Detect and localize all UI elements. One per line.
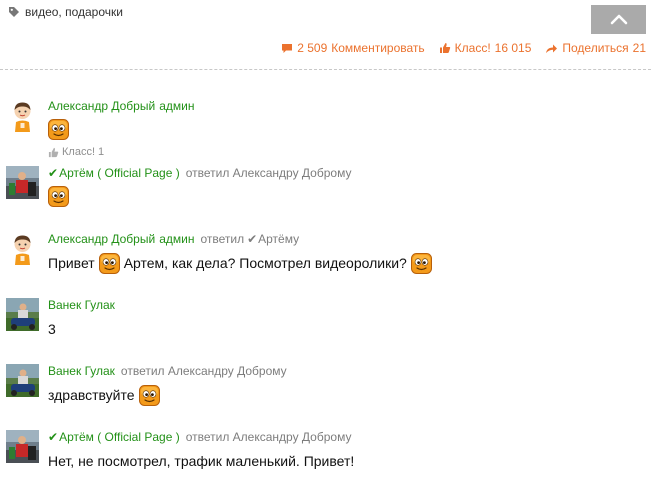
like-button[interactable]: Класс! 16 015 xyxy=(439,41,532,55)
smile-emoji-icon xyxy=(411,253,432,274)
avatar[interactable] xyxy=(6,364,39,397)
comment-text: 3 xyxy=(48,321,56,337)
avatar[interactable] xyxy=(6,99,39,132)
comment-text: здравствуйте xyxy=(48,387,135,403)
verified-check-icon: ✔ xyxy=(48,166,59,180)
reply-to[interactable]: ✔Артёму xyxy=(247,232,299,246)
tag-icon xyxy=(9,7,19,17)
share-label: Поделиться xyxy=(562,41,629,55)
admin-badge: админ xyxy=(159,99,195,113)
chevron-up-icon xyxy=(610,14,627,25)
divider xyxy=(0,69,651,70)
verified-check-icon: ✔ xyxy=(247,232,258,246)
comment-likes: Класс! 1 xyxy=(62,146,105,158)
smile-emoji-icon xyxy=(99,253,120,274)
comment-author[interactable]: Александр Добрый xyxy=(48,99,155,113)
comment-author[interactable]: Александр Добрый xyxy=(48,232,155,246)
smile-emoji-icon xyxy=(139,385,160,406)
tags-text[interactable]: видео, подарочки xyxy=(25,5,123,19)
reply-to-name: Артёму xyxy=(258,232,300,246)
avatar[interactable] xyxy=(6,166,39,199)
post-actions: 2 509 Комментировать Класс! 16 015 Подел… xyxy=(281,41,646,55)
scroll-to-top-button[interactable] xyxy=(591,5,646,34)
comment-label: Комментировать xyxy=(331,41,425,55)
comment-text: Артем, как дела? Посмотрел видеоролики? xyxy=(123,255,407,271)
like-label: Класс! xyxy=(454,41,491,55)
tags-line: видео, подарочки xyxy=(8,4,123,20)
avatar[interactable] xyxy=(6,298,39,331)
comment-author[interactable]: Ванек Гулак xyxy=(48,298,115,312)
thumbs-up-icon xyxy=(48,147,59,157)
reply-to[interactable]: ответил Александру Доброму xyxy=(186,166,352,180)
avatar[interactable] xyxy=(6,232,39,265)
avatar[interactable] xyxy=(6,430,39,463)
verified-check-icon: ✔ xyxy=(48,430,59,444)
comment-like-button[interactable]: Класс! 1 xyxy=(48,146,638,158)
share-button[interactable]: Поделиться 21 xyxy=(545,41,646,55)
like-count: 16 015 xyxy=(494,41,532,55)
share-count: 21 xyxy=(632,41,646,55)
reply-to[interactable]: ответил Александру Доброму xyxy=(121,364,287,378)
reply-to[interactable]: ответил Александру Доброму xyxy=(186,430,352,444)
comment-button[interactable]: 2 509 Комментировать xyxy=(281,41,425,55)
comment-icon xyxy=(282,43,293,53)
share-icon xyxy=(546,44,558,53)
smile-emoji-icon xyxy=(48,119,69,140)
comment-count: 2 509 xyxy=(297,41,328,55)
comment-author[interactable]: Ванек Гулак xyxy=(48,364,115,378)
admin-badge: админ xyxy=(159,232,195,246)
comment-author[interactable]: Артём ( Official Page ) xyxy=(59,166,180,180)
reply-prefix: ответил xyxy=(200,232,245,246)
smile-emoji-icon xyxy=(48,186,69,207)
comment-author[interactable]: Артём ( Official Page ) xyxy=(59,430,180,444)
thumbs-up-icon xyxy=(439,43,450,53)
comment-text: Нет, не посмотрел, трафик маленький. При… xyxy=(48,453,355,469)
comment-text: Привет xyxy=(48,255,95,271)
